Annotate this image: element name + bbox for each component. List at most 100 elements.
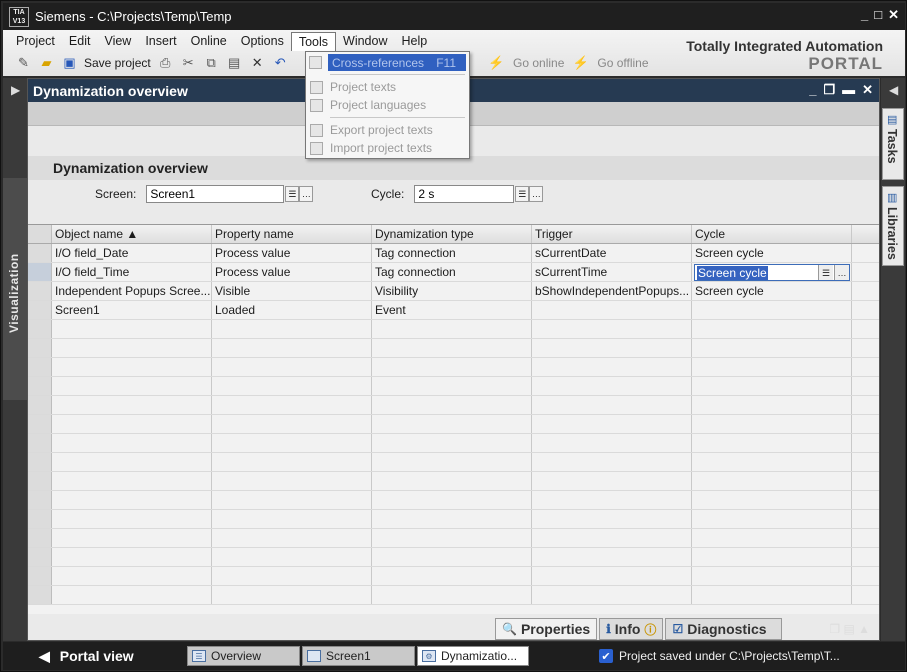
empty-cell[interactable]	[212, 453, 372, 471]
row-header[interactable]	[28, 567, 52, 585]
empty-table-row[interactable]	[28, 339, 879, 358]
empty-cell[interactable]	[372, 453, 532, 471]
cell-dynamization-type[interactable]: Tag connection	[372, 244, 532, 262]
expand-arrow-icon[interactable]: ▶	[11, 83, 20, 97]
go-offline-button[interactable]: Go offline	[597, 56, 648, 70]
menu-help[interactable]: Help	[394, 32, 434, 51]
row-header[interactable]	[28, 491, 52, 509]
empty-table-row[interactable]	[28, 453, 879, 472]
empty-cell[interactable]	[532, 339, 692, 357]
minimize-icon[interactable]: _	[861, 7, 868, 23]
empty-cell[interactable]	[692, 358, 852, 376]
maximize-icon[interactable]: □	[874, 7, 882, 23]
empty-cell[interactable]	[52, 396, 212, 414]
cell-dynamization-type[interactable]: Visibility	[372, 282, 532, 300]
cell-object-name[interactable]: I/O field_Date	[52, 244, 212, 262]
empty-cell[interactable]	[212, 529, 372, 547]
empty-cell[interactable]	[212, 396, 372, 414]
empty-table-row[interactable]	[28, 472, 879, 491]
tab-tasks[interactable]: ▤ Tasks	[882, 108, 904, 180]
cell-cycle[interactable]: Screen cycle	[692, 244, 852, 262]
empty-cell[interactable]	[532, 320, 692, 338]
cell-trigger[interactable]: sCurrentTime	[532, 263, 692, 281]
table-row[interactable]: I/O field_Date Process value Tag connect…	[28, 244, 879, 263]
row-header[interactable]	[28, 301, 52, 319]
empty-cell[interactable]	[372, 472, 532, 490]
minimize-editor-icon[interactable]: _	[809, 82, 816, 98]
cell-object-name[interactable]: Independent Popups Scree...	[52, 282, 212, 300]
empty-cell[interactable]	[212, 548, 372, 566]
menu-project[interactable]: Project	[9, 32, 62, 51]
empty-cell[interactable]	[212, 358, 372, 376]
menu-view[interactable]: View	[97, 32, 138, 51]
empty-cell[interactable]	[52, 415, 212, 433]
empty-cell[interactable]	[532, 472, 692, 490]
menu-item-export-project-texts[interactable]: Export project texts	[306, 121, 469, 139]
empty-table-row[interactable]	[28, 415, 879, 434]
row-header[interactable]	[28, 453, 52, 471]
tab-properties[interactable]: 🔍 Properties	[495, 618, 598, 640]
cycle-edit-field[interactable]: Screen cycle ☰ …	[694, 264, 850, 281]
table-row[interactable]: Screen1 Loaded Event	[28, 301, 879, 320]
task-overview[interactable]: ☰ Overview	[187, 646, 300, 666]
cell-trigger[interactable]: bShowIndependentPopups...	[532, 282, 692, 300]
empty-cell[interactable]	[532, 548, 692, 566]
print-icon[interactable]: ⎙	[157, 54, 174, 71]
cut-icon[interactable]: ✂	[180, 54, 197, 71]
empty-cell[interactable]	[212, 586, 372, 604]
column-trigger[interactable]: Trigger	[532, 225, 692, 243]
empty-cell[interactable]	[532, 434, 692, 452]
empty-cell[interactable]	[692, 567, 852, 585]
column-dynamization-type[interactable]: Dynamization type	[372, 225, 532, 243]
menu-item-project-texts[interactable]: Project texts	[306, 78, 469, 96]
empty-table-row[interactable]	[28, 510, 879, 529]
empty-cell[interactable]	[212, 567, 372, 585]
cell-trigger[interactable]	[532, 301, 692, 319]
empty-cell[interactable]	[372, 548, 532, 566]
maximize-editor-icon[interactable]: ▬	[842, 82, 855, 98]
table-row[interactable]: I/O field_Time Process value Tag connect…	[28, 263, 879, 282]
menu-tools[interactable]: Tools	[290, 32, 337, 51]
empty-cell[interactable]	[212, 491, 372, 509]
empty-cell[interactable]	[532, 567, 692, 585]
empty-cell[interactable]	[212, 472, 372, 490]
menu-item-project-languages[interactable]: Project languages	[306, 96, 469, 114]
empty-cell[interactable]	[372, 529, 532, 547]
screen-browse-button[interactable]: …	[299, 186, 314, 202]
empty-cell[interactable]	[532, 358, 692, 376]
cell-cycle[interactable]: Screen cycle	[692, 282, 852, 300]
paste-icon[interactable]: ▤	[226, 54, 243, 71]
portal-view-button[interactable]: ◀ Portal view	[39, 648, 185, 665]
empty-cell[interactable]	[532, 415, 692, 433]
empty-cell[interactable]	[532, 377, 692, 395]
empty-table-row[interactable]	[28, 434, 879, 453]
row-header[interactable]	[28, 320, 52, 338]
cell-cycle[interactable]	[692, 301, 852, 319]
menu-item-cross-references[interactable]: Cross-references F11	[309, 54, 466, 71]
empty-table-row[interactable]	[28, 529, 879, 548]
screen-list-button[interactable]: ☰	[285, 186, 300, 202]
row-header[interactable]	[28, 282, 52, 300]
cycle-input[interactable]	[414, 185, 515, 203]
cell-cycle-editing[interactable]: Screen cycle ☰ …	[692, 263, 852, 281]
empty-cell[interactable]	[372, 358, 532, 376]
row-header[interactable]	[28, 263, 52, 281]
float-editor-icon[interactable]: ❐	[823, 82, 835, 98]
empty-cell[interactable]	[212, 339, 372, 357]
cell-property-name[interactable]: Visible	[212, 282, 372, 300]
cell-property-name[interactable]: Loaded	[212, 301, 372, 319]
empty-cell[interactable]	[532, 491, 692, 509]
empty-cell[interactable]	[372, 567, 532, 585]
cycle-list-button[interactable]: ☰	[515, 186, 530, 202]
empty-cell[interactable]	[692, 396, 852, 414]
empty-cell[interactable]	[52, 320, 212, 338]
empty-cell[interactable]	[52, 491, 212, 509]
menu-options[interactable]: Options	[234, 32, 291, 51]
cycle-browse-icon[interactable]: …	[834, 265, 849, 280]
empty-cell[interactable]	[692, 510, 852, 528]
empty-cell[interactable]	[372, 491, 532, 509]
empty-cell[interactable]	[532, 586, 692, 604]
empty-cell[interactable]	[52, 586, 212, 604]
row-header[interactable]	[28, 586, 52, 604]
empty-cell[interactable]	[212, 320, 372, 338]
